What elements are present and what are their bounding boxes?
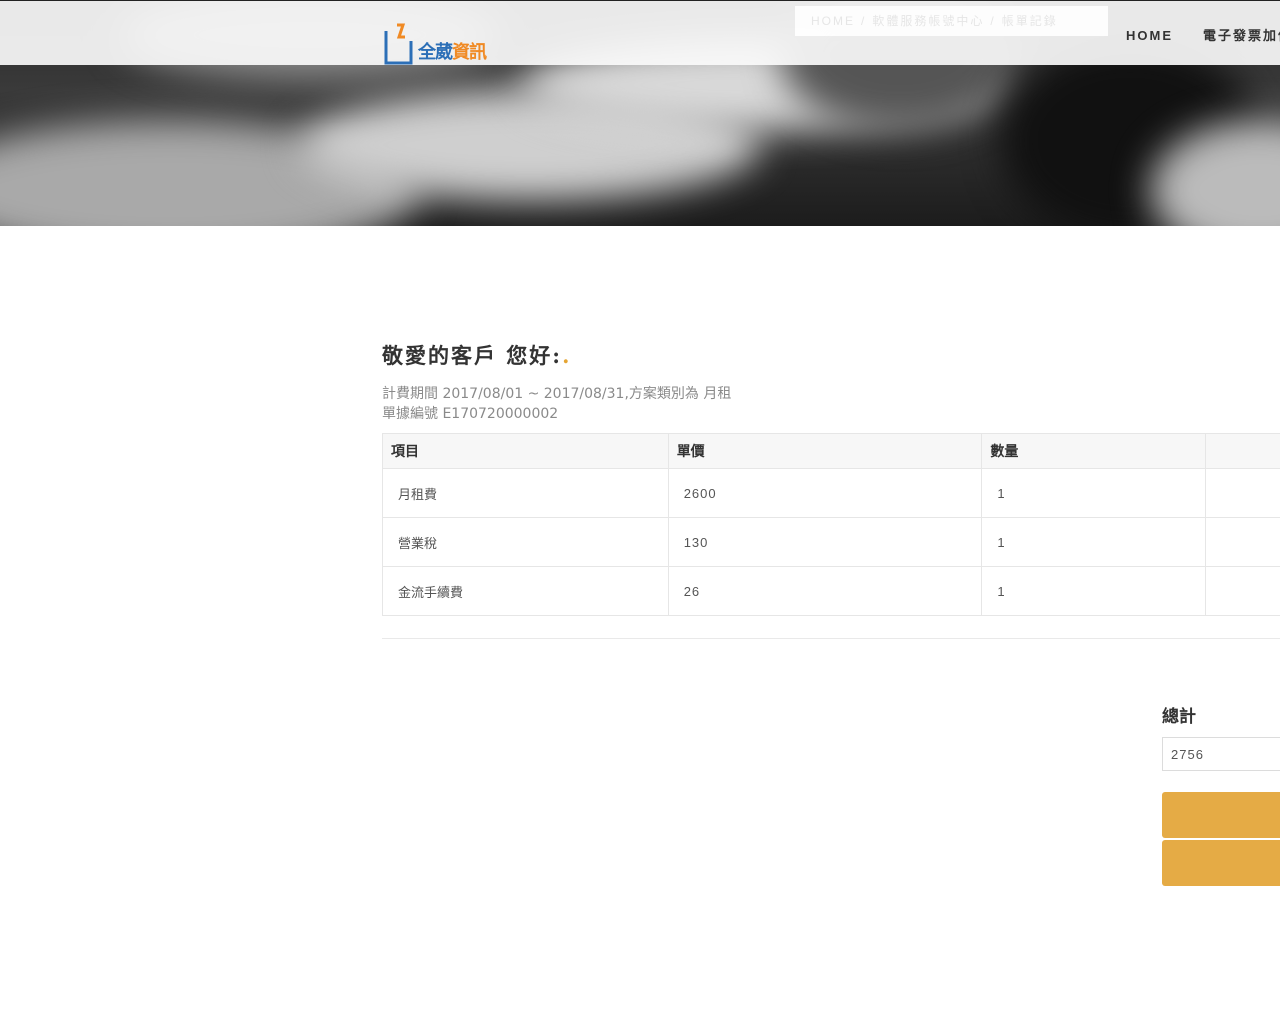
- total-field[interactable]: [1162, 737, 1280, 771]
- cell-quantity: 1: [981, 517, 1207, 567]
- nav-einvoice[interactable]: 電子發票加值: [1203, 28, 1280, 43]
- breadcrumb-account-center[interactable]: 軟體服務帳號中心: [872, 14, 984, 28]
- column-header-unit-price: 單價: [667, 433, 983, 469]
- cell-quantity: 1: [981, 566, 1207, 616]
- total-label: 總計: [1162, 707, 1196, 727]
- billing-meta: 計費期間 2017/08/01 ~ 2017/08/31,方案類別為 月租 單據…: [382, 384, 731, 424]
- cell-unit-price: 26: [667, 566, 983, 616]
- bill-table-container: 項目 單價 數量 月租費 2600 1 營業稅 130 1 金流手續費 26 1: [382, 433, 1280, 616]
- table-row: 營業稅 130 1: [382, 517, 1280, 567]
- site-header: 全葳資訊 HOME/軟體服務帳號中心/帳單記錄 HOME 電子發票加值: [0, 0, 1280, 65]
- action-button-primary[interactable]: [1162, 792, 1280, 838]
- cell-unit-price: 130: [667, 517, 983, 567]
- table-row: 金流手續費 26 1: [382, 566, 1280, 616]
- cell-unit-price: 2600: [667, 468, 983, 518]
- breadcrumb: HOME / 軟體服務帳號中心 / 帳單記錄: [795, 6, 1108, 36]
- action-button-secondary[interactable]: [1162, 840, 1280, 886]
- column-header-quantity: 數量: [981, 433, 1207, 469]
- bill-number: 單據編號 E170720000002: [382, 406, 559, 422]
- nav-home[interactable]: HOME: [1126, 28, 1173, 43]
- breadcrumb-current: 帳單記錄: [1001, 14, 1058, 28]
- cell-extra: [1205, 468, 1280, 518]
- breadcrumb-home[interactable]: HOME: [811, 14, 855, 28]
- cell-item: 營業稅: [382, 517, 669, 567]
- table-row: 月租費 2600 1: [382, 468, 1280, 518]
- cell-extra: [1205, 517, 1280, 567]
- logo-text: 全葳資訊: [418, 42, 487, 63]
- bill-table: 項目 單價 數量 月租費 2600 1 營業稅 130 1 金流手續費 26 1: [382, 433, 1280, 616]
- cell-quantity: 1: [981, 468, 1207, 518]
- column-header-item: 項目: [382, 433, 669, 469]
- page-title: 敬愛的客戶 您好:.: [382, 343, 572, 368]
- column-header-extra: [1205, 433, 1280, 469]
- cell-item: 金流手續費: [382, 566, 669, 616]
- table-header-row: 項目 單價 數量: [382, 433, 1280, 469]
- divider: [382, 638, 1280, 639]
- billing-period: 計費期間 2017/08/01 ~ 2017/08/31,方案類別為 月租: [382, 386, 732, 402]
- cell-item: 月租費: [382, 468, 669, 518]
- cell-extra: [1205, 566, 1280, 616]
- main-nav: HOME 電子發票加值: [1126, 25, 1280, 44]
